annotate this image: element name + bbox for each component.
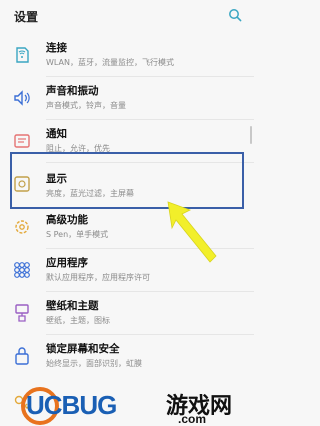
settings-item-summary: S Pen，单手模式 (46, 230, 109, 239)
watermark-logo: UCBUG 游戏网 .com (20, 386, 254, 426)
settings-item-sound[interactable]: 声音和振动 声音模式，铃声，音量 (0, 77, 254, 120)
watermark-domain: .com (178, 412, 207, 426)
settings-item-summary: 默认应用程序，应用程序许可 (46, 273, 150, 282)
search-icon[interactable] (228, 8, 242, 22)
settings-item-connections[interactable]: 连接 WLAN，蓝牙，流量监控，飞行模式 (0, 34, 254, 77)
page-title: 设置 (14, 10, 39, 24)
settings-item-summary: 声音模式，铃声，音量 (46, 101, 126, 110)
pointer-arrow-icon (167, 201, 217, 263)
settings-item-label: 应用程序 (46, 257, 88, 269)
settings-header: 设置 (0, 0, 254, 34)
advanced-features-icon (15, 220, 29, 234)
settings-item-label: 壁纸和主题 (46, 300, 99, 312)
sound-icon (14, 90, 30, 106)
watermark-brand: UCBUG (26, 390, 117, 420)
lock-screen-icon (15, 347, 29, 365)
apps-icon (14, 262, 30, 278)
settings-item-label: 通知 (46, 128, 67, 140)
notification-icon (14, 134, 30, 148)
settings-item-lock-screen[interactable]: 锁定屏幕和安全 始终显示，面部识别，虹膜 (0, 335, 254, 378)
settings-item-label: 声音和振动 (46, 85, 99, 97)
settings-item-summary: 壁纸，主题，图标 (46, 316, 110, 325)
settings-item-label: 锁定屏幕和安全 (46, 343, 120, 355)
settings-item-summary: WLAN，蓝牙，流量监控，飞行模式 (46, 58, 175, 67)
settings-item-summary: 始终显示，面部识别，虹膜 (46, 359, 142, 368)
connection-icon (16, 47, 29, 63)
settings-item-wallpaper[interactable]: 壁纸和主题 壁纸，主题，图标 (0, 292, 254, 335)
settings-item-label: 高级功能 (46, 214, 88, 226)
wallpaper-icon (15, 304, 29, 322)
scrollbar-thumb[interactable] (250, 126, 252, 144)
settings-item-label: 连接 (46, 42, 67, 54)
